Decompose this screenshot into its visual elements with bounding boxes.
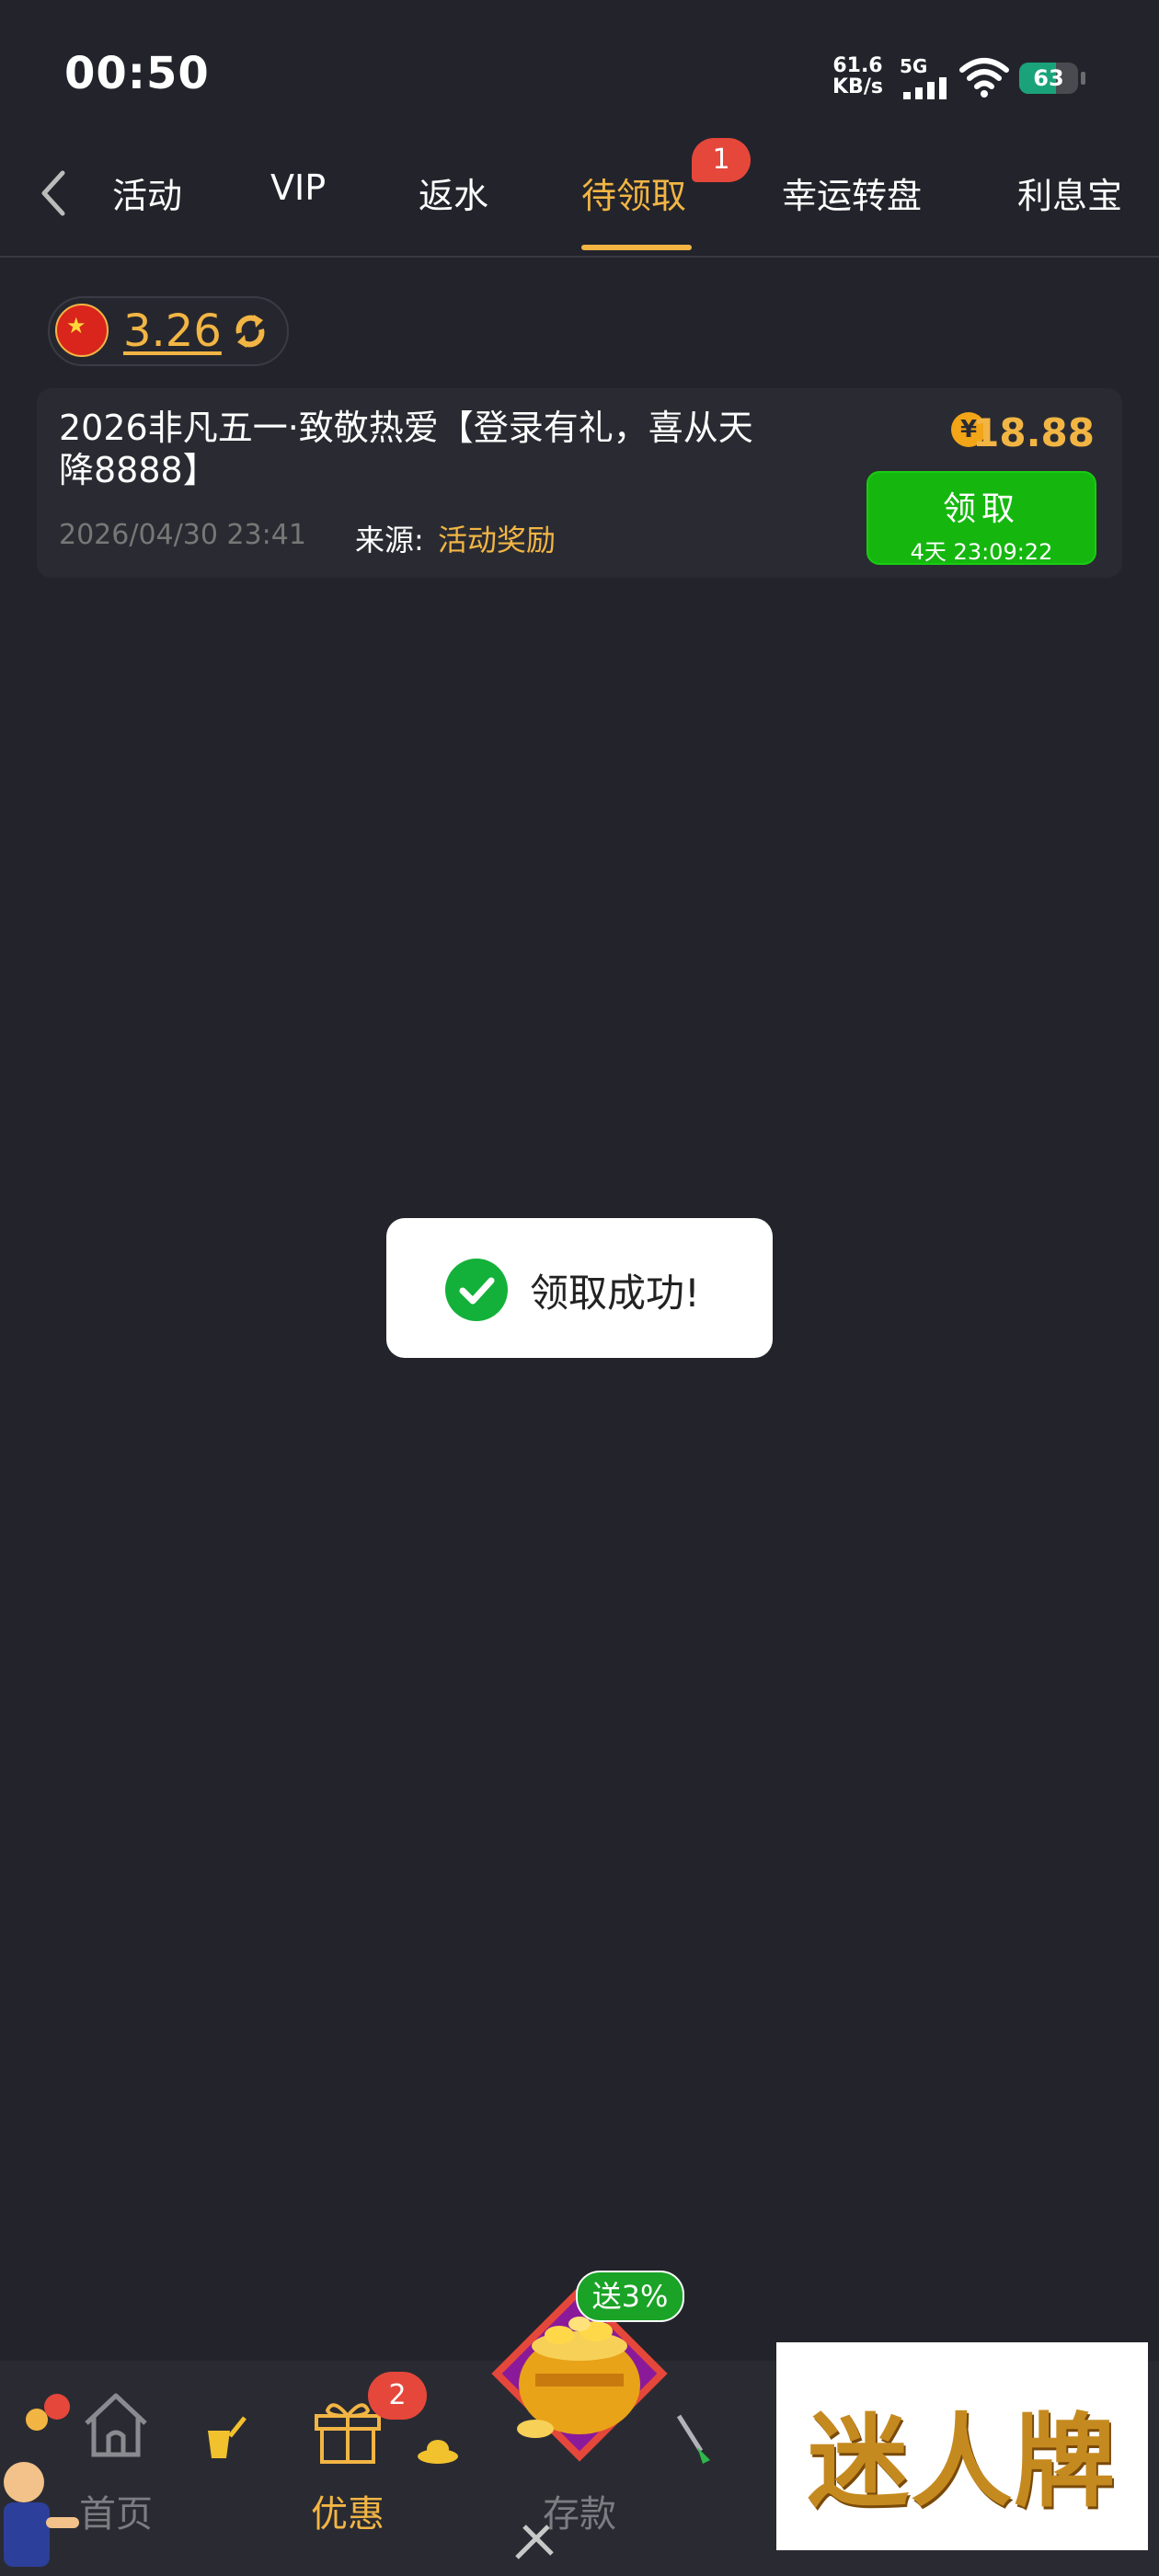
china-flag-icon: ★	[55, 304, 109, 357]
shovel-icon	[676, 2414, 710, 2464]
home-icon[interactable]	[79, 2388, 153, 2462]
toast-message: 领取成功!	[530, 1271, 700, 1316]
reward-card: 2026非凡五一·致敬热爱【登录有礼，喜从天降8888】 2026/04/30 …	[37, 388, 1122, 578]
nav-promotions-label[interactable]: 优惠	[279, 2484, 417, 2537]
deposit-bonus-tag: 送3%	[576, 2271, 684, 2322]
reward-amount: 18.88	[972, 410, 1095, 455]
pending-count-badge: 1	[692, 138, 751, 182]
refresh-icon[interactable]	[230, 311, 270, 351]
ad-watermark-text: 迷人牌	[808, 2402, 1117, 2521]
claim-button[interactable]: 领取 4天 23:09:22	[866, 471, 1096, 565]
cell-signal-icon	[903, 77, 947, 99]
tab-lucky-wheel[interactable]: 幸运转盘	[782, 167, 922, 218]
mascot-decoration-icon	[4, 2394, 79, 2567]
success-toast: 领取成功!	[386, 1218, 773, 1358]
network-speed-unit: KB/s	[832, 75, 883, 98]
reward-source-value: 活动奖励	[438, 523, 557, 558]
active-tab-indicator	[581, 245, 692, 250]
tab-rebate[interactable]: 返水	[419, 167, 488, 218]
reward-title: 2026非凡五一·致敬热爱【登录有礼，喜从天降8888】	[59, 408, 753, 490]
claim-countdown: 4天 23:09:22	[910, 539, 1053, 565]
claim-button-label: 领取	[942, 490, 1020, 528]
watering-can-icon	[208, 2416, 247, 2458]
check-circle-icon	[445, 1259, 508, 1321]
nav-deposit-label[interactable]: 存款	[511, 2484, 648, 2537]
promotions-badge: 2	[368, 2372, 427, 2420]
reward-source-label: 来源:	[355, 523, 424, 558]
network-speed: 61.6 KB/s	[832, 55, 883, 98]
balance-amount[interactable]: 3.26	[123, 305, 222, 357]
battery-icon: 63	[1019, 63, 1085, 94]
tab-vip[interactable]: VIP	[270, 167, 326, 208]
network-speed-value: 61.6	[832, 54, 883, 77]
status-bar: 00:50 61.6 KB/s 5G 63	[0, 0, 1159, 147]
tab-interest[interactable]: 利息宝	[1017, 167, 1122, 218]
hat-icon	[418, 2440, 458, 2464]
wifi-icon	[959, 58, 1009, 98]
ad-watermark: 迷人牌	[776, 2342, 1148, 2550]
tab-pending-claim[interactable]: 待领取	[581, 167, 686, 218]
network-type: 5G	[900, 55, 928, 77]
battery-level: 63	[1033, 65, 1064, 91]
nav-home-label[interactable]: 首页	[47, 2484, 185, 2537]
status-time: 00:50	[64, 48, 210, 99]
back-arrow-icon[interactable]	[35, 166, 72, 221]
balance-chip: ★ 3.26	[48, 296, 289, 366]
top-tab-bar: 活动 VIP 返水 待领取 幸运转盘 利息宝	[0, 147, 1159, 258]
reward-date: 2026/04/30 23:41	[59, 519, 306, 551]
tab-activity[interactable]: 活动	[112, 167, 182, 218]
